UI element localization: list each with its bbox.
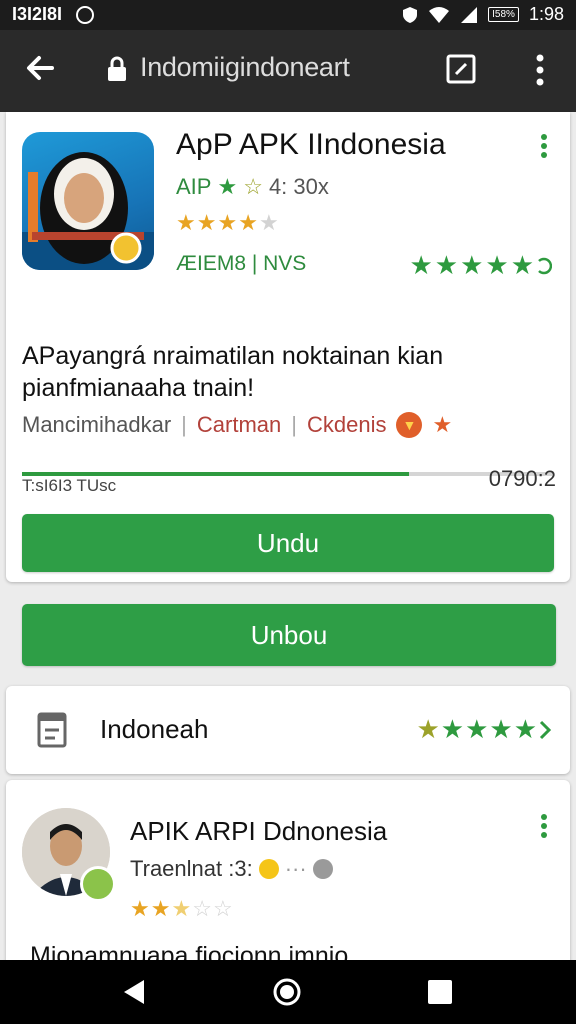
tag-3[interactable]: Ckdenis	[307, 412, 386, 438]
second-app-menu-icon[interactable]	[540, 814, 548, 838]
star-icon: ★	[150, 896, 172, 921]
signal-icon	[461, 6, 478, 23]
block-icon	[312, 859, 333, 879]
progress-left-label: T:sI6I3 TUsc	[22, 476, 117, 495]
tag-2[interactable]: Cartman	[197, 412, 281, 438]
star-icon: ★	[196, 210, 218, 235]
green-star-rating: ★ ★ ★ ★ ★	[409, 250, 552, 281]
second-app-subtitle: Traenlnat :3: ···	[130, 856, 333, 882]
url-bar[interactable]: Indomiigindoneart	[140, 52, 350, 83]
app-meta: ÆIEM8 | NVS	[176, 252, 307, 275]
overflow-menu-icon[interactable]	[528, 52, 552, 88]
divider: |	[181, 412, 187, 437]
status-bar: I3I2I8I I58% 1:98	[0, 0, 576, 30]
app-title: ApP APK IIndonesia	[176, 128, 446, 161]
star-empty-icon: ☆	[212, 896, 234, 921]
second-app-title: APIK ARPI Ddnonesia	[130, 816, 388, 846]
second-app-card[interactable]: APIK ARPI Ddnonesia Traenlnat :3: ··· ★★…	[6, 780, 570, 980]
app-subtitle-rating: 4: 30x	[268, 174, 329, 199]
star-icon: ★	[130, 896, 151, 921]
battery-icon: I58%	[488, 7, 519, 22]
back-arrow-icon[interactable]	[22, 50, 58, 86]
nav-home-icon[interactable]	[272, 977, 302, 1007]
star-icon: ★	[238, 210, 259, 235]
star-outline-icon: ☆	[243, 174, 263, 199]
divider: |	[291, 412, 297, 437]
status-time: 1:98	[528, 4, 564, 24]
lock-icon	[108, 56, 126, 81]
app-tags: Mancimihadkar | Cartman | Ckdenis ▼ ★	[22, 412, 452, 438]
app-menu-icon[interactable]	[540, 134, 548, 158]
app-star-rating: ★★★★★	[176, 210, 280, 236]
second-app-stars: ★★★☆☆	[130, 896, 234, 922]
notification-icon	[76, 5, 95, 24]
emoji-icon	[258, 859, 279, 879]
star-icon: ★	[510, 250, 534, 280]
progress-right-label: 0790:2	[488, 466, 556, 491]
refresh-icon[interactable]	[536, 255, 552, 277]
second-app-subtitle-text: Traenlnat :3:	[130, 856, 253, 881]
star-icon: ★	[432, 412, 453, 437]
browser-toolbar: Indomiigindoneart	[0, 30, 576, 112]
nav-recents-icon[interactable]	[428, 980, 452, 1004]
download-button[interactable]: Undu	[22, 514, 554, 572]
star-icon: ★	[485, 250, 509, 280]
app-icon-artwork	[22, 152, 154, 270]
document-icon	[37, 712, 67, 748]
secondary-button[interactable]: Unbou	[22, 604, 556, 666]
review-card[interactable]: Indoneah ★ ★ ★ ★ ★	[6, 686, 570, 774]
star-icon: ★	[409, 250, 433, 280]
star-empty-icon: ★	[258, 210, 280, 235]
verified-badge-icon	[80, 866, 116, 902]
app-subtitle: AIP ★ ☆ 4: 30x	[176, 174, 329, 200]
star-icon: ★	[176, 210, 197, 235]
star-icon: ★	[489, 714, 513, 744]
status-left-text: I3I2I8I	[12, 4, 63, 24]
nav-back-icon[interactable]	[120, 978, 148, 1006]
ellipsis-icon: ···	[284, 856, 307, 881]
star-icon: ★	[434, 250, 459, 280]
shield-icon	[403, 6, 418, 23]
app-subtitle-prefix: AIP	[176, 174, 212, 199]
star-empty-icon: ☆	[192, 896, 213, 921]
tabs-icon[interactable]	[446, 54, 476, 84]
review-label: Indoneah	[100, 714, 209, 744]
star-icon: ★	[513, 714, 537, 744]
star-icon: ★	[465, 714, 489, 744]
wifi-icon	[429, 6, 450, 23]
app-description: APayangrá nraimatilan noktainan kian pia…	[22, 342, 444, 402]
chevron-right-icon[interactable]	[538, 719, 552, 741]
review-stars: ★ ★ ★ ★ ★	[416, 714, 552, 745]
star-icon: ★	[416, 714, 440, 744]
star-icon: ★	[217, 210, 239, 235]
star-half-icon: ★	[171, 896, 193, 921]
navigation-bar	[0, 960, 576, 1024]
app-icon[interactable]	[22, 132, 154, 270]
star-icon: ★	[460, 250, 484, 280]
tag-1[interactable]: Mancimihadkar	[22, 412, 171, 438]
star-icon: ★	[217, 174, 238, 199]
star-icon: ★	[440, 714, 465, 744]
app-card: ApP APK IIndonesia AIP ★ ☆ 4: 30x ★★★★★ …	[6, 112, 570, 582]
badge-icon: ▼	[396, 412, 423, 438]
